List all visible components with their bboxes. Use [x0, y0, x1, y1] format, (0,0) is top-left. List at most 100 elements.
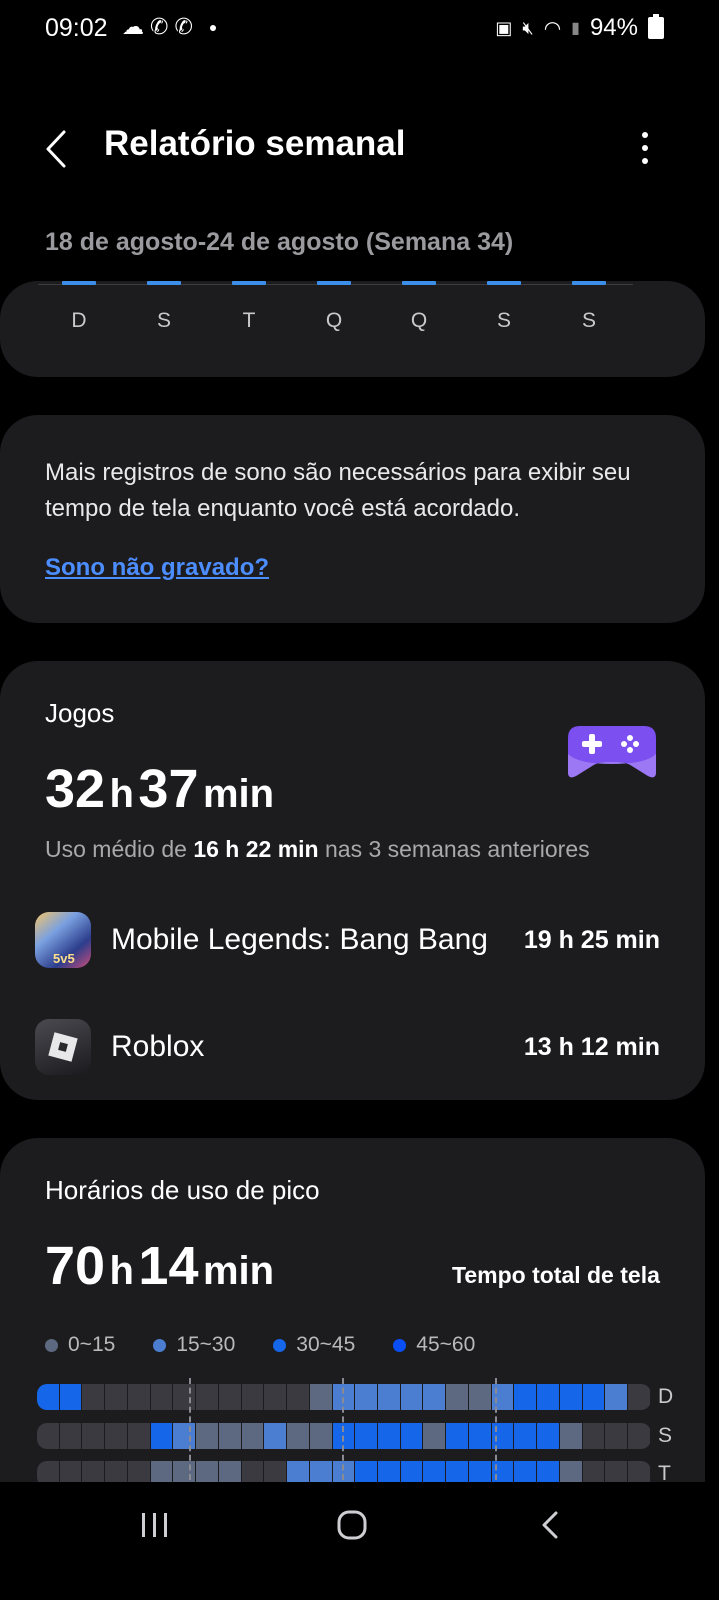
heatmap-cell	[628, 1423, 651, 1449]
heatmap-cell	[355, 1384, 379, 1410]
heatmap-cell	[264, 1384, 288, 1410]
heatmap-cell	[196, 1384, 219, 1410]
hours-unit: h	[109, 772, 134, 816]
app-row-mobile-legends[interactable]: 5v5 Mobile Legends: Bang Bang 19 h 25 mi…	[35, 910, 665, 970]
legend-dot	[393, 1338, 407, 1352]
heatmap-cell	[241, 1384, 265, 1410]
heatmap-row-label: D	[658, 1385, 674, 1408]
day-column[interactable]: S	[487, 281, 521, 333]
battery-icon	[648, 14, 664, 39]
total-minutes: 14	[138, 1236, 199, 1296]
heatmap-cell	[582, 1423, 606, 1449]
day-column[interactable]: D	[62, 281, 96, 333]
day-column[interactable]: Q	[402, 281, 436, 333]
heatmap-row-label: S	[658, 1424, 673, 1447]
home-icon	[337, 1510, 367, 1540]
back-button[interactable]	[40, 124, 84, 174]
heatmap-cell	[218, 1384, 242, 1410]
heatmap-cell	[468, 1423, 492, 1449]
legend-label: 15~30	[176, 1333, 236, 1356]
back-nav-icon	[542, 1511, 558, 1539]
games-total-time: 32 h 37 min	[45, 758, 274, 820]
total-screen-time: 70 h 14 min	[45, 1235, 274, 1297]
legend-dot	[45, 1338, 58, 1352]
heatmap-cell	[628, 1384, 651, 1410]
heatmap-cell	[400, 1384, 424, 1410]
legend-label: 30~45	[296, 1333, 356, 1356]
day-label: Q	[325, 309, 343, 332]
hours-unit: h	[109, 1249, 134, 1293]
heatmap-cell	[241, 1423, 265, 1449]
heatmap-cell	[514, 1423, 538, 1449]
battery-level: 94%	[589, 14, 638, 41]
heatmap-cell	[82, 1384, 106, 1410]
system-status: ▣ 🔇︎ ◠ ▮ 94%	[495, 14, 664, 42]
games-average-usage: Uso médio de 16 h 22 min nas 3 semanas a…	[45, 836, 590, 863]
heatmap-cell	[400, 1423, 424, 1449]
heatmap-cell	[59, 1423, 83, 1449]
games-hours: 32	[45, 759, 106, 819]
legend-dot	[153, 1338, 167, 1352]
app-name: Roblox	[111, 1030, 205, 1063]
status-time: 09:02	[45, 14, 108, 42]
heatmap-cell	[514, 1384, 538, 1410]
heatmap-cell	[105, 1384, 128, 1410]
recent-apps-button[interactable]	[130, 1500, 180, 1550]
day-column[interactable]: T	[232, 281, 266, 333]
heatmap-cell	[127, 1423, 151, 1449]
sleep-notice-card: Mais registros de sono são necessários p…	[0, 415, 705, 623]
day-usage-mark	[232, 281, 266, 285]
page-title: Relatório semanal	[104, 124, 406, 163]
battery-saver-icon: ▣	[495, 17, 513, 38]
app-time: 19 h 25 min	[523, 925, 660, 954]
heatmap-hour-divider	[342, 1378, 344, 1480]
heatmap-cell	[468, 1384, 492, 1410]
games-title: Jogos	[45, 698, 115, 728]
total-hours: 70	[45, 1236, 106, 1296]
chevron-left-icon	[46, 130, 66, 168]
app-time: 13 h 12 min	[523, 1032, 660, 1061]
mute-icon: 🔇︎	[522, 17, 534, 38]
heatmap-cell	[287, 1384, 310, 1410]
heatmap-cell	[309, 1384, 333, 1410]
day-usage-mark	[62, 281, 96, 285]
heatmap-cell	[150, 1423, 174, 1449]
wifi-icon: ◠	[543, 17, 562, 40]
heatmap-row	[37, 1384, 651, 1410]
total-screen-time-label: Tempo total de tela	[452, 1262, 660, 1288]
legend-label: 45~60	[416, 1333, 476, 1356]
heatmap-cell	[287, 1423, 310, 1449]
signal-icon: ▮	[571, 20, 580, 37]
more-dot	[642, 158, 648, 164]
avg-prefix: Uso médio de	[45, 836, 194, 862]
heatmap-row	[37, 1423, 651, 1449]
day-label: Q	[410, 309, 428, 332]
day-strip: D S T Q Q S S	[0, 281, 705, 377]
back-nav-button[interactable]	[525, 1500, 575, 1550]
heatmap-cell	[605, 1423, 629, 1449]
notification-icons: ☁ ✆ ✆ ●	[122, 14, 217, 40]
day-column[interactable]: Q	[317, 281, 351, 333]
minutes-unit: min	[202, 772, 275, 816]
app-name: Mobile Legends: Bang Bang	[111, 923, 488, 956]
week-range[interactable]: 18 de agosto-24 de agosto (Semana 34)	[45, 228, 513, 257]
app-row-roblox[interactable]: Roblox 13 h 12 min	[35, 1017, 665, 1077]
peak-usage-title: Horários de uso de pico	[45, 1175, 320, 1205]
roblox-icon	[35, 1019, 91, 1075]
dot-icon: ●	[208, 19, 218, 35]
more-options-button[interactable]	[630, 128, 660, 168]
day-label: D	[71, 309, 87, 332]
legend-dot	[273, 1338, 287, 1352]
whatsapp-icon: ✆	[174, 14, 193, 39]
day-column[interactable]: S	[147, 281, 181, 333]
day-label: S	[581, 309, 596, 332]
heatmap-cell	[355, 1423, 379, 1449]
home-button[interactable]	[327, 1500, 377, 1550]
mobile-legends-icon: 5v5	[35, 912, 91, 968]
cloud-icon: ☁	[122, 14, 144, 39]
sleep-not-recorded-link[interactable]: Sono não gravado?	[45, 554, 269, 582]
day-column[interactable]: S	[572, 281, 606, 333]
legend-label: 0~15	[68, 1333, 116, 1356]
avg-value: 16 h 22 min	[193, 836, 319, 862]
heatmap-cell	[173, 1423, 197, 1449]
